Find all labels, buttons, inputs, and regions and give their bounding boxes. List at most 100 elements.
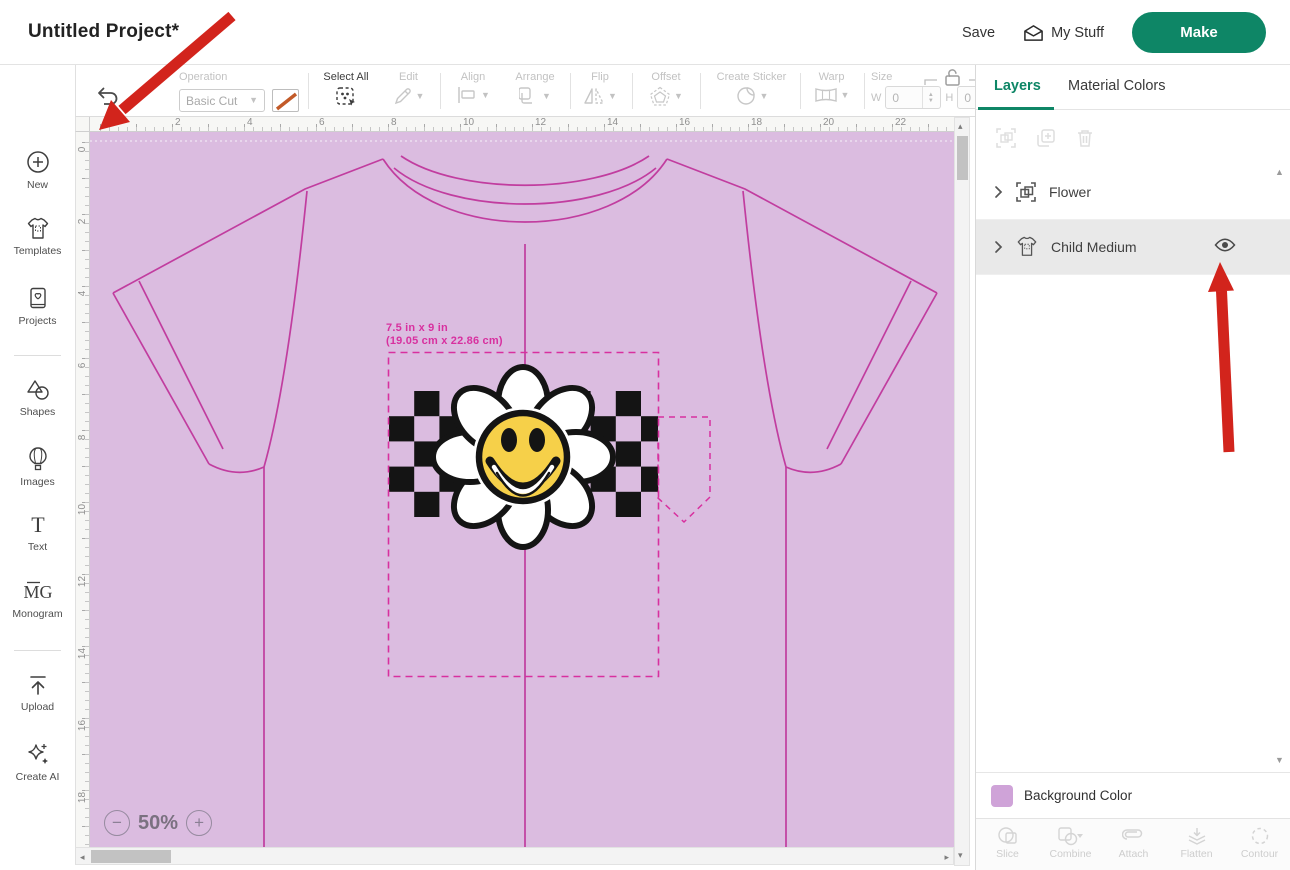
sidebar-item-images[interactable]: Images (0, 446, 75, 488)
ruler-number: 12 (77, 575, 88, 588)
sidebar-item-label: Monogram (0, 608, 75, 620)
select-all-button[interactable]: Select All (314, 71, 378, 108)
toolbar-divider (700, 73, 701, 109)
edit-button[interactable]: Edit ▼ (381, 71, 436, 106)
ruler-number: 16 (77, 719, 88, 732)
width-input[interactable] (886, 87, 922, 108)
attach-button[interactable]: Attach (1102, 819, 1165, 870)
smiley-eye-right (529, 428, 545, 452)
sidebar-item-monogram[interactable]: MG Monogram (0, 579, 75, 620)
templates-icon (25, 217, 51, 241)
svg-text:T: T (31, 513, 45, 537)
cricut-design-space: Untitled Project* Save My Stuff Make New… (0, 0, 1290, 870)
select-all-label: Select All (314, 71, 378, 83)
flatten-button[interactable]: Flatten (1165, 819, 1228, 870)
expand-chevron-icon[interactable] (994, 185, 1003, 199)
flip-button[interactable]: Flip ▼ (574, 71, 626, 106)
zoom-in-button[interactable]: + (186, 810, 212, 836)
undo-icon[interactable] (94, 85, 120, 107)
sidebar-item-label: Images (0, 476, 75, 488)
sidebar-item-projects[interactable]: Projects (0, 286, 75, 327)
design-canvas[interactable]: 7.5 in x 9 in (19.05 cm x 22.86 cm) − 50… (90, 132, 954, 847)
contour-icon (1249, 826, 1271, 846)
sidebar-item-label: Text (0, 541, 75, 553)
flip-label: Flip (574, 71, 626, 83)
my-stuff-icon (1023, 24, 1044, 42)
layer-name: Child Medium (1051, 239, 1137, 255)
panel-scroll-down-icon[interactable]: ▼ (1275, 755, 1284, 765)
background-color-swatch[interactable] (991, 785, 1013, 807)
toolbar-divider (570, 73, 571, 109)
ruler-number: 6 (77, 359, 88, 372)
sidebar-item-shapes[interactable]: Shapes (0, 378, 75, 418)
horizontal-scroll-thumb[interactable] (91, 850, 171, 863)
scroll-left-icon[interactable]: ◂ (80, 848, 85, 866)
save-button[interactable]: Save (962, 25, 995, 41)
make-button[interactable]: Make (1132, 12, 1266, 53)
chevron-down-icon: ▼ (841, 91, 850, 100)
create-ai-icon (25, 741, 51, 767)
layer-name: Flower (1049, 184, 1091, 200)
vertical-scroll-thumb[interactable] (957, 136, 968, 180)
chevron-down-icon: ▼ (249, 96, 258, 105)
arrange-button[interactable]: Arrange ▼ (504, 71, 566, 106)
scroll-right-icon[interactable]: ▸ (944, 848, 949, 866)
ruler-number: 4 (77, 287, 88, 300)
ruler-number: 14 (77, 647, 88, 660)
create-sticker-button[interactable]: Create Sticker ▼ (704, 71, 799, 106)
sidebar-item-label: Shapes (0, 406, 75, 418)
sidebar-item-label: Templates (0, 245, 75, 257)
sidebar-item-new[interactable]: New (0, 149, 75, 191)
sidebar-item-create-ai[interactable]: Create AI (0, 741, 75, 783)
align-button[interactable]: Align ▼ (444, 71, 502, 104)
create-sticker-label: Create Sticker (704, 71, 799, 83)
zoom-level: 50% (138, 812, 178, 835)
duplicate-tool-icon[interactable] (1036, 128, 1056, 148)
zoom-out-button[interactable]: − (104, 810, 130, 836)
combine-button[interactable]: Combine (1039, 819, 1102, 870)
layer-row-flower[interactable]: Flower (976, 165, 1290, 220)
sidebar-item-templates[interactable]: Templates (0, 217, 75, 257)
group-tool-icon[interactable] (996, 128, 1016, 148)
canvas-art (90, 132, 954, 847)
offset-button[interactable]: Offset ▼ (636, 71, 696, 106)
my-stuff-button[interactable]: My Stuff (1023, 24, 1104, 42)
tab-material-colors[interactable]: Material Colors (1068, 78, 1166, 94)
sidebar-item-text[interactable]: T Text (0, 513, 75, 553)
expand-chevron-icon[interactable] (994, 240, 1003, 254)
ruler-number: 10 (77, 503, 88, 516)
tab-layers[interactable]: Layers (994, 78, 1041, 94)
sidebar-divider (14, 355, 61, 356)
visibility-eye-icon[interactable] (1214, 237, 1236, 253)
scroll-down-icon[interactable]: ▾ (958, 846, 963, 864)
sidebar-item-label: Upload (0, 701, 75, 713)
chevron-down-icon: ▼ (542, 92, 551, 101)
select-all-icon (335, 86, 357, 108)
slice-button[interactable]: Slice (976, 819, 1039, 870)
linetype-swatch[interactable] (272, 89, 299, 112)
horizontal-scrollbar[interactable]: ◂ ▸ (75, 847, 954, 865)
flower-design[interactable] (389, 367, 658, 547)
background-color-row[interactable]: Background Color (976, 772, 1290, 818)
selection-dimensions: 7.5 in x 9 in (19.05 cm x 22.86 cm) (386, 322, 503, 348)
height-label: H (945, 92, 953, 104)
contour-button[interactable]: Contour (1228, 819, 1290, 870)
width-stepper[interactable]: ▲▼ (922, 87, 938, 108)
delete-tool-icon[interactable] (1076, 128, 1094, 148)
combine-icon (1057, 826, 1085, 846)
svg-text:MG: MG (23, 582, 52, 602)
group-icon (1015, 181, 1037, 203)
monogram-icon: MG (21, 579, 55, 604)
ruler-number: 4 (247, 117, 253, 128)
layer-row-child-medium[interactable]: Child Medium (976, 220, 1290, 275)
operation-select[interactable]: Basic Cut ▼ (179, 89, 265, 112)
sidebar-item-upload[interactable]: Upload (0, 673, 75, 713)
offset-icon (649, 86, 671, 106)
create-sticker-icon (735, 86, 757, 106)
warp-button[interactable]: Warp ▼ (804, 71, 859, 104)
vertical-scrollbar[interactable]: ▴ ▾ (954, 117, 970, 866)
lock-unlocked-icon[interactable] (923, 68, 983, 86)
scroll-up-icon[interactable]: ▴ (958, 117, 963, 135)
upload-icon (26, 673, 50, 697)
new-icon (25, 149, 51, 175)
